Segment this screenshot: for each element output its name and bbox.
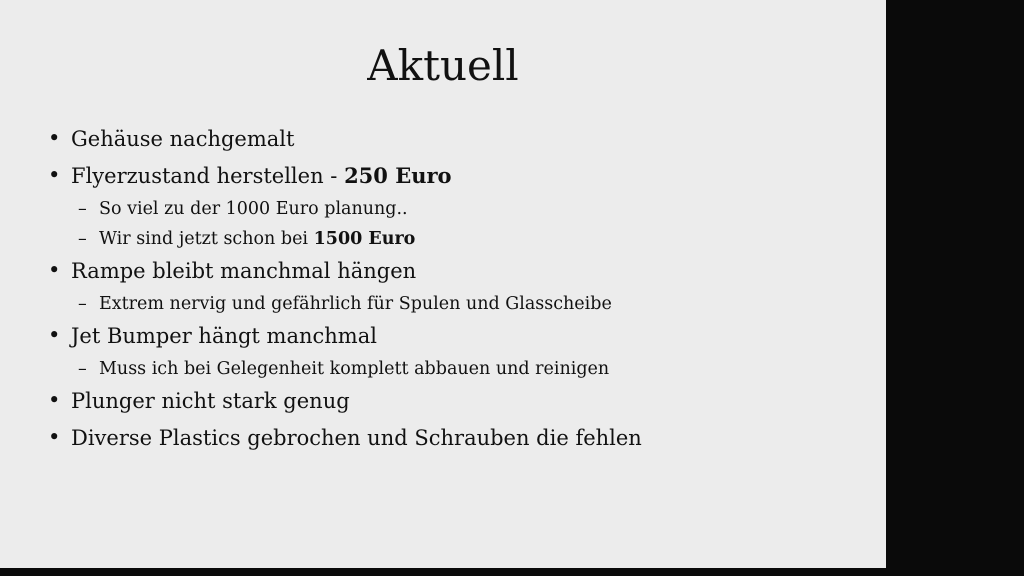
bullet-text: Gehäuse nachgemalt [71, 127, 295, 151]
dash-marker: – [78, 199, 87, 219]
bullet-item: • Flyerzustand herstellen - 250 Euro [48, 161, 866, 191]
bullet-item: • Rampe bleibt manchmal hängen [48, 256, 866, 286]
dash-marker: – [78, 359, 87, 379]
bullet-bold-text: 1500 Euro [313, 229, 416, 249]
slide-title: Aktuell [367, 41, 519, 90]
bullet-text: Rampe bleibt manchmal hängen [71, 259, 417, 283]
bullet-item: • Gehäuse nachgemalt [48, 124, 866, 154]
bullet-marker: • [48, 425, 61, 449]
bullet-text: Flyerzustand herstellen - [71, 164, 345, 188]
bullet-list: • Gehäuse nachgemalt • Flyerzustand herste… [48, 124, 866, 453]
bullet-marker: • [48, 258, 61, 282]
sub-bullet-item: – So viel zu der 1000 Euro planung.. [48, 197, 866, 221]
bullet-text: Plunger nicht stark genug [71, 389, 350, 413]
bullet-text: Jet Bumper hängt manchmal [71, 324, 377, 348]
bullet-bold-text: 250 Euro [344, 163, 452, 188]
presentation-slide: Aktuell • Gehäuse nachgemalt • Flyerzustan… [0, 0, 886, 568]
bullet-marker: • [48, 163, 61, 187]
dash-marker: – [78, 229, 87, 249]
sub-bullet-item: – Extrem nervig und gefährlich für Spulen… [48, 292, 866, 316]
bullet-text: Muss ich bei Gelegenheit komplett abbaue… [99, 359, 610, 379]
bullet-text: So viel zu der 1000 Euro planung.. [99, 199, 408, 219]
bullet-marker: • [48, 126, 61, 150]
bullet-text: Diverse Plastics gebrochen und Schrauben… [71, 426, 642, 450]
bullet-text: Wir sind jetzt schon bei [99, 229, 314, 249]
bullet-item: • Jet Bumper hängt manchmal [48, 321, 866, 351]
sub-bullet-item: – Wir sind jetzt schon bei 1500 Euro [48, 227, 866, 251]
bullet-item: • Diverse Plastics gebrochen und Schraube… [48, 423, 866, 453]
bullet-marker: • [48, 388, 61, 412]
dash-marker: – [78, 294, 87, 314]
bullet-item: • Plunger nicht stark genug [48, 386, 866, 416]
bullet-text: Extrem nervig und gefährlich für Spulen … [99, 294, 612, 314]
bullet-marker: • [48, 323, 61, 347]
sub-bullet-item: – Muss ich bei Gelegenheit komplett abbau… [48, 357, 866, 381]
